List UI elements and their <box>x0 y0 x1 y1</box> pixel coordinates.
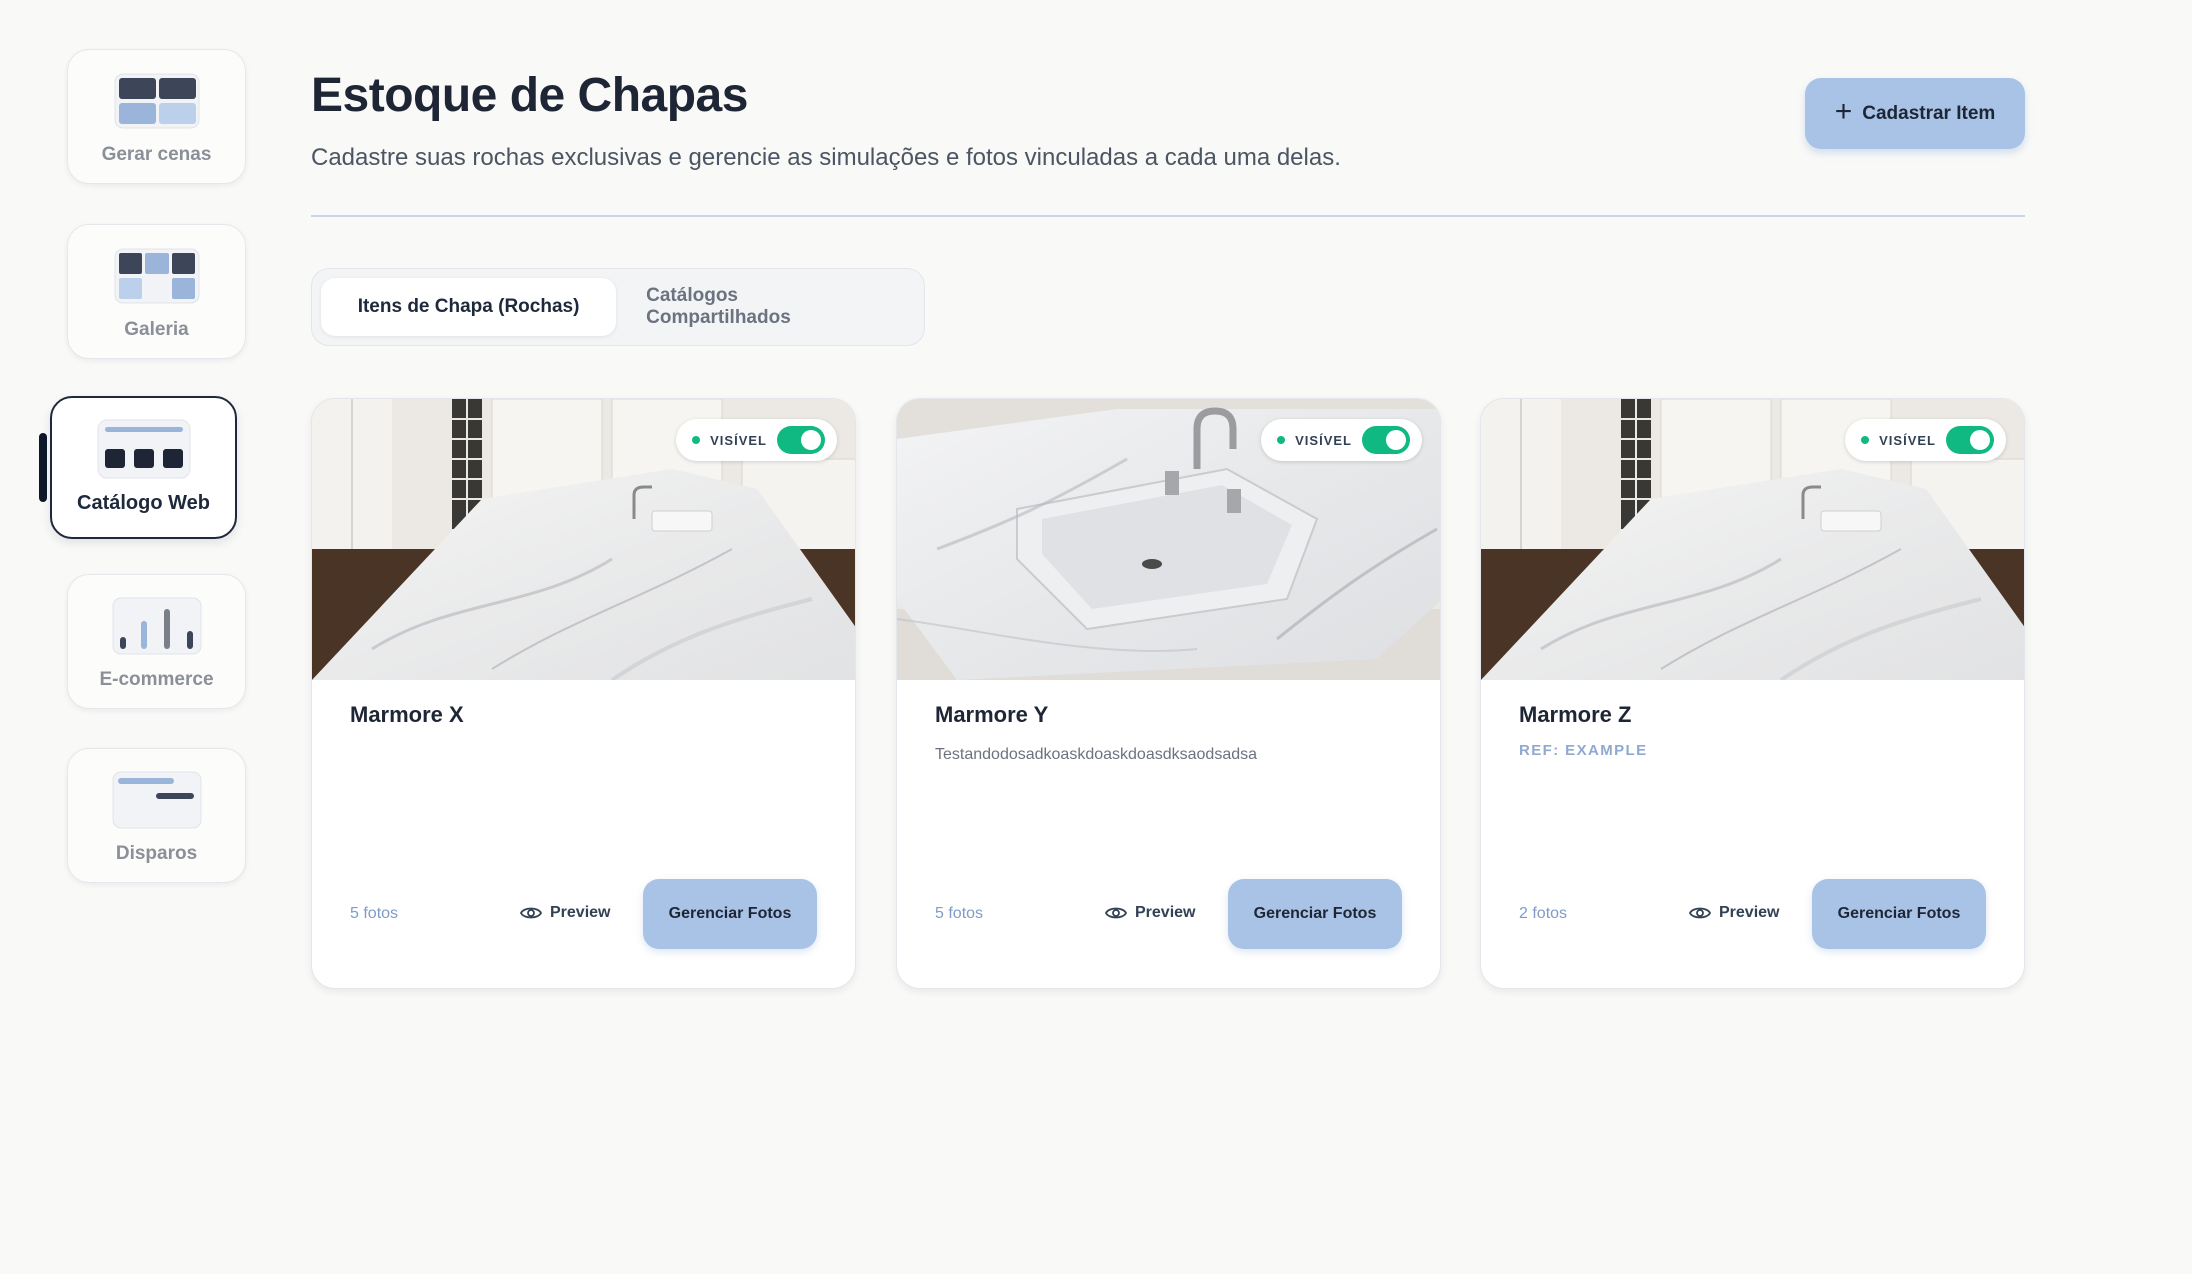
active-indicator <box>39 433 47 502</box>
page-title: Estoque de Chapas <box>311 69 748 122</box>
tab-catalogos-compartilhados[interactable]: Catálogos Compartilhados <box>616 278 915 336</box>
tab-itens-de-chapa[interactable]: Itens de Chapa (Rochas) <box>321 278 617 336</box>
stone-photo[interactable]: VISÍVEL <box>312 399 855 680</box>
card-description: Testandodosadkoaskdoaskdoasdksaodsadsa <box>935 746 1258 763</box>
eye-icon <box>1105 907 1127 919</box>
preview-button[interactable]: Preview <box>1689 897 1779 929</box>
photo-count: 5 fotos <box>935 905 984 922</box>
visibility-label: VISÍVEL <box>1295 432 1352 448</box>
preview-button[interactable]: Preview <box>520 897 610 929</box>
status-dot-icon <box>1861 436 1870 444</box>
add-item-label: Cadastrar Item <box>1862 102 1996 124</box>
sidebar-item-label: Catálogo Web <box>77 492 210 514</box>
sidebar-item-label: Gerar cenas <box>101 144 212 165</box>
sidebar-item-label: Disparos <box>115 843 198 864</box>
visibility-label: VISÍVEL <box>710 432 767 448</box>
card-title: Marmore Z <box>1519 702 1632 727</box>
plus-icon: + <box>1834 95 1853 128</box>
add-item-button[interactable]: + Cadastrar Item <box>1805 78 2025 149</box>
message-lines-icon <box>112 769 202 831</box>
eye-icon <box>520 907 542 919</box>
visibility-label: VISÍVEL <box>1879 432 1936 448</box>
card-title: Marmore Y <box>935 702 1049 727</box>
card-reference: REF: EXAMPLE <box>1519 742 1648 759</box>
visibility-toggle[interactable] <box>777 426 825 454</box>
gallery-grid-icon <box>114 245 200 307</box>
eye-icon <box>1689 907 1711 919</box>
photo-count: 5 fotos <box>350 905 399 922</box>
web-catalog-icon <box>97 418 191 480</box>
sidebar-item-label: Galeria <box>124 319 189 340</box>
manage-photos-button[interactable]: Gerenciar Fotos <box>643 879 817 949</box>
sidebar-item-e-commerce[interactable]: E-commerce <box>67 574 246 709</box>
preview-button[interactable]: Preview <box>1105 897 1195 929</box>
sidebar-item-gerar-cenas[interactable]: Gerar cenas <box>67 49 246 184</box>
status-dot-icon <box>1277 436 1286 444</box>
preview-label: Preview <box>1719 904 1780 921</box>
sidebar-item-catalogo-web[interactable]: Catálogo Web <box>50 396 237 539</box>
status-dot-icon <box>692 436 701 444</box>
visibility-badge: VISÍVEL <box>1261 419 1422 461</box>
visibility-toggle[interactable] <box>1946 426 1994 454</box>
preview-label: Preview <box>1135 904 1196 921</box>
stone-card: VISÍVEL Marmore Y Testandodosadkoaskdoas… <box>896 398 1441 989</box>
header-divider <box>311 215 2025 217</box>
manage-photos-button[interactable]: Gerenciar Fotos <box>1812 879 1986 949</box>
sidebar-item-label: E-commerce <box>99 669 214 690</box>
sidebar: Gerar cenas Galeria Catálogo Web E-comme… <box>0 0 280 1274</box>
tab-bar: Itens de Chapa (Rochas) Catálogos Compar… <box>311 268 925 346</box>
bar-chart-icon <box>112 595 202 657</box>
page-subtitle: Cadastre suas rochas exclusivas e gerenc… <box>311 144 1341 171</box>
grid-scenes-icon <box>114 70 200 132</box>
visibility-badge: VISÍVEL <box>1845 419 2006 461</box>
visibility-toggle[interactable] <box>1362 426 1410 454</box>
preview-label: Preview <box>550 904 611 921</box>
stone-card: VISÍVEL Marmore X 5 fotos Preview Gerenc… <box>311 398 856 989</box>
sidebar-item-disparos[interactable]: Disparos <box>67 748 246 883</box>
stone-card: VISÍVEL Marmore Z REF: EXAMPLE 2 fotos P… <box>1480 398 2025 989</box>
manage-photos-button[interactable]: Gerenciar Fotos <box>1228 879 1402 949</box>
sidebar-item-galeria[interactable]: Galeria <box>67 224 246 359</box>
card-title: Marmore X <box>350 702 464 727</box>
stone-photo[interactable]: VISÍVEL <box>1481 399 2024 680</box>
visibility-badge: VISÍVEL <box>676 419 837 461</box>
stone-photo[interactable]: VISÍVEL <box>897 399 1440 680</box>
photo-count: 2 fotos <box>1519 905 1568 922</box>
